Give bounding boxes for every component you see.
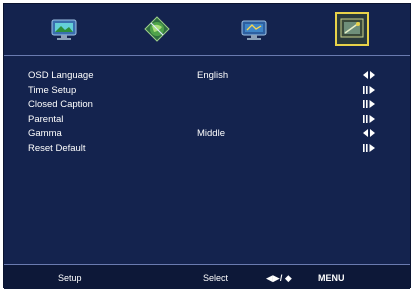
footer-menu-hint: MENU [318,273,345,283]
enter-arrow-icon [363,100,375,111]
footer-bar: Setup Select ◀▶/ ◆ MENU [4,264,410,289]
menu-item-label: Reset Default [28,142,86,154]
header-divider [4,55,410,56]
menu-item-osd-language[interactable]: OSD Language English [4,70,410,85]
menu-item-time-setup[interactable]: Time Setup [4,85,410,100]
tab-bar [4,4,410,56]
tv-picture-icon [51,19,77,40]
enter-arrow-icon [363,143,375,155]
tab-picture[interactable] [47,12,81,46]
setup-menu: OSD Language English Time Setup Closed C… [4,70,410,157]
footer-nav-hint: ◀▶/ ◆ [266,273,292,283]
menu-item-reset-default[interactable]: Reset Default [4,143,410,158]
tab-channel[interactable] [237,12,271,46]
enter-arrow-icon [363,85,375,97]
menu-item-gamma[interactable]: Gamma Middle [4,128,410,143]
menu-item-label: Gamma [28,128,62,139]
footer-page-title: Setup [58,273,82,283]
menu-item-label: Closed Caption [28,99,93,110]
enter-arrow-icon [363,114,375,126]
channel-icon [241,20,267,40]
menu-item-parental[interactable]: Parental [4,114,410,129]
footer-select-hint: Select [203,273,229,283]
menu-item-value: Middle [197,128,225,139]
globe-icon [144,16,170,42]
menu-item-label: Time Setup [28,84,77,96]
tab-sound[interactable] [140,12,174,46]
menu-item-value: English [197,70,229,81]
setup-icon [340,18,364,38]
menu-item-label: OSD Language [28,70,94,81]
left-right-arrow-icon [363,129,375,140]
menu-item-label: Parental [28,113,64,125]
left-right-arrow-icon [363,71,375,82]
tab-setup[interactable] [335,12,369,46]
osd-screen: OSD Language English Time Setup Closed C… [3,3,411,289]
menu-item-closed-caption[interactable]: Closed Caption [4,99,410,114]
